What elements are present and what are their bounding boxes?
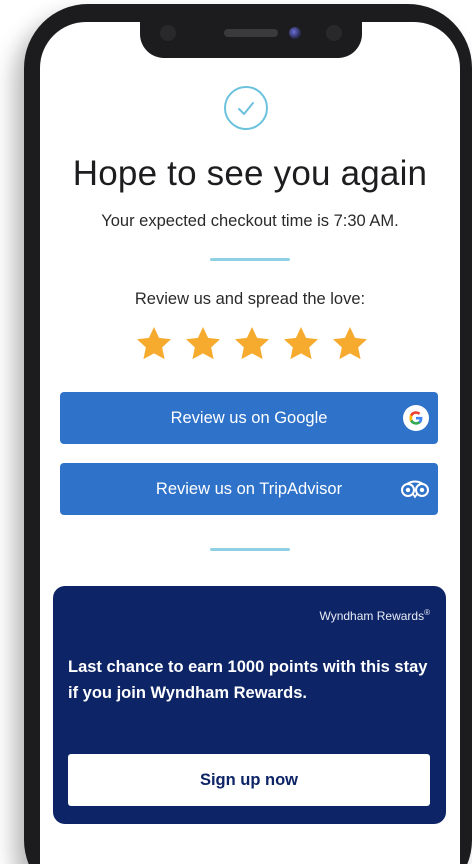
review-google-label: Review us on Google <box>170 409 328 427</box>
rewards-message: Last chance to earn 1000 points with thi… <box>68 658 428 702</box>
google-icon <box>403 405 429 431</box>
sign-up-button[interactable]: Sign up now <box>68 754 430 806</box>
divider <box>210 258 290 261</box>
checkmark-circle-icon <box>224 86 268 130</box>
rewards-brand-text: Wyndham Rewards <box>319 609 425 623</box>
review-google-button[interactable]: Review us on Google <box>60 392 438 444</box>
phone-screen: Hope to see you again Your expected chec… <box>40 22 460 864</box>
star-icon-1[interactable] <box>134 324 174 364</box>
speaker-grille <box>224 29 278 37</box>
divider <box>210 548 290 551</box>
checkout-time-text: Your expected checkout time is 7:30 AM. <box>101 212 399 230</box>
page-title: Hope to see you again <box>72 154 428 193</box>
sensor-icon <box>326 25 342 41</box>
front-camera-icon <box>289 27 301 39</box>
sensor-icon <box>160 25 176 41</box>
app-screenshot: Hope to see you again Your expected chec… <box>0 0 472 864</box>
review-prompt: Review us and spread the love: <box>134 290 366 308</box>
star-icon-2[interactable] <box>183 324 223 364</box>
rewards-card: Wyndham Rewards® Last chance to earn 100… <box>53 586 446 824</box>
star-icon-4[interactable] <box>281 324 321 364</box>
review-tripadvisor-label: Review us on TripAdvisor <box>155 480 343 498</box>
review-tripadvisor-button[interactable]: Review us on TripAdvisor <box>60 463 438 515</box>
rewards-brand: Wyndham Rewards® <box>319 608 430 623</box>
star-rating[interactable] <box>134 324 374 366</box>
star-icon-5[interactable] <box>330 324 370 364</box>
registered-mark: ® <box>424 608 430 617</box>
star-icon-3[interactable] <box>232 324 272 364</box>
phone-notch <box>140 22 362 58</box>
tripadvisor-icon <box>401 480 429 499</box>
